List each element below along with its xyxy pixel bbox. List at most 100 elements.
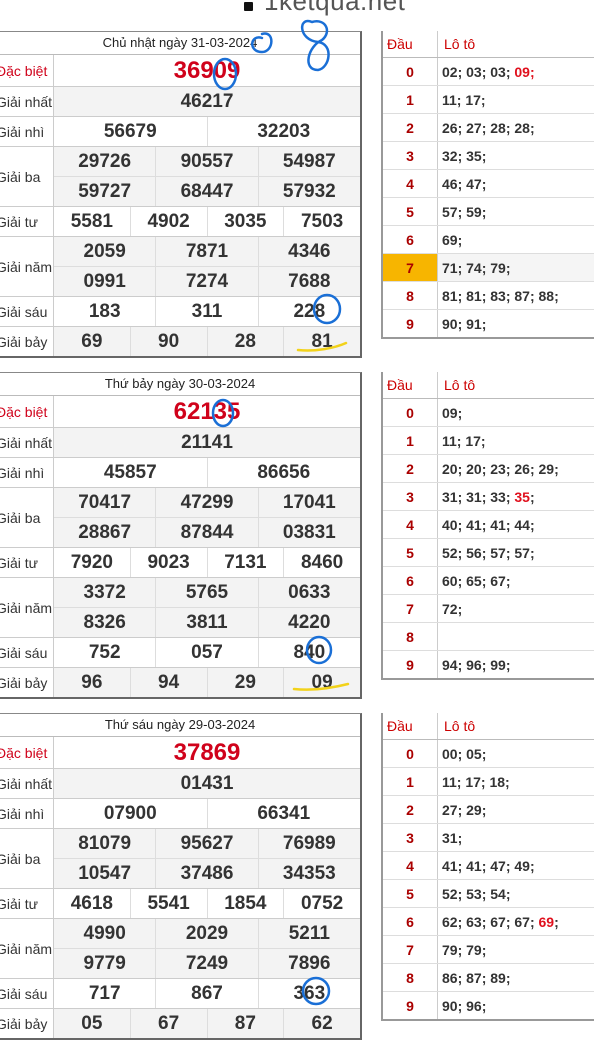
loto-number-text: 27; 29; (442, 801, 487, 818)
prize-name: Giải năm (0, 237, 54, 296)
prize-table: Thứ bảy ngày 30-03-2024 Đặc biệt 62135 Giải… (0, 372, 362, 699)
loto-numbers: 11; 17; 18; (438, 768, 594, 795)
prize-number: 90557 (155, 147, 257, 176)
loto-row: 3 31; 31; 33; 35; (383, 483, 594, 511)
prize-name: Giải bảy (0, 327, 54, 356)
loto-dau: 1 (383, 768, 438, 795)
prize-row: Giải năm 4990 2029 5211 9779 7249 7896 (0, 919, 360, 979)
prize-number: 5211 (257, 919, 360, 948)
prize-row: Giải ba 81079 95627 76989 10547 37486 34353 (0, 829, 360, 889)
prize-number: 4346 (257, 237, 360, 266)
special-prize-number: 62135 (173, 397, 241, 425)
prize-name: Giải tư (0, 207, 54, 236)
loto-row: 8 81; 81; 83; 87; 88; (383, 282, 594, 310)
loto-row: 1 11; 17; (383, 427, 594, 455)
prize-row: Giải năm 2059 7871 4346 0991 7274 7688 (0, 237, 360, 297)
loto-numbers: 71; 74; 79; (438, 254, 594, 281)
loto-dau: 2 (383, 796, 438, 823)
prize-number: 07900 (103, 802, 157, 824)
loto-row: 7 71; 74; 79; (383, 254, 594, 282)
prize-table: Thứ sáu ngày 29-03-2024 Đặc biệt 37869 Giải… (0, 713, 362, 1040)
loto-dau: 6 (383, 567, 438, 594)
loto-number-text: 20; 20; 23; 26; 29; (442, 460, 559, 477)
prize-name: Giải nhì (0, 458, 54, 487)
prize-name: Giải nhất (0, 87, 54, 116)
loto-table: Đầu Lô tô 0 09; 1 11; 17; 2 20; 20; 23; 26; 29;… (381, 372, 594, 680)
loto-number-text: 11; 17; (442, 432, 486, 449)
loto-row: 9 90; 96; (383, 992, 594, 1019)
prize-name: Giải bảy (0, 668, 54, 697)
loto-dau: 4 (383, 852, 438, 879)
prize-number: 717 (88, 982, 121, 1004)
prize-row: Giải ba 70417 47299 17041 28867 87844 03831 (0, 488, 360, 548)
prize-name: Giải nhất (0, 769, 54, 798)
loto-dau: 0 (383, 399, 438, 426)
loto-row: 4 46; 47; (383, 170, 594, 198)
prize-number: 28 (206, 327, 284, 356)
prize-number: 46217 (180, 90, 234, 112)
loto-numbers: 94; 96; 99; (438, 651, 594, 678)
prize-number: 21141 (181, 431, 233, 453)
prize-number: 29726 (78, 150, 132, 172)
loto-row: 0 09; (383, 399, 594, 427)
loto-row: 0 02; 03; 03; 09; (383, 58, 594, 86)
loto-numbers: 69; (438, 226, 594, 253)
loto-number-text: 31; (442, 829, 463, 846)
prize-number: 311 (155, 297, 257, 326)
prize-number: 54987 (257, 147, 360, 176)
loto-dau: 9 (383, 992, 438, 1019)
loto-row: 5 52; 56; 57; 57; (383, 539, 594, 567)
prize-name: Giải nhất (0, 428, 54, 457)
loto-number-text: 46; 47; (442, 175, 487, 192)
prize-number: 2029 (155, 919, 257, 948)
prize-number: 3035 (206, 207, 284, 236)
loto-numbers: 02; 03; 03; 09; (438, 58, 594, 85)
loto-numbers: 41; 41; 47; 49; (438, 852, 594, 879)
prize-number: 0633 (257, 578, 360, 607)
loto-dau: 9 (383, 651, 438, 678)
loto-head-dau: Đầu (383, 372, 438, 398)
loto-number-text: 32; 35; (442, 147, 487, 164)
prize-number: 29 (206, 668, 284, 697)
prize-row: Giải nhất 21141 (0, 428, 360, 458)
prize-name: Giải sáu (0, 979, 54, 1008)
loto-numbers: 79; 79; (438, 936, 594, 963)
loto-dau: 3 (383, 483, 438, 510)
prize-number: 228 (257, 297, 360, 326)
loto-numbers: 62; 63; 67; 67; 69; (438, 908, 594, 935)
prize-name: Giải tư (0, 889, 54, 918)
prize-number: 183 (88, 300, 121, 322)
prize-number: 57932 (257, 177, 360, 206)
loto-dau: 1 (383, 427, 438, 454)
loto-numbers: 60; 65; 67; (438, 567, 594, 594)
site-domain[interactable]: 1ketqua.net (264, 0, 405, 17)
prize-number: 81 (283, 327, 360, 356)
prize-number: 10547 (78, 862, 132, 884)
prize-name: Đặc biệt (0, 737, 54, 768)
prize-number: 90 (129, 327, 207, 356)
prize-row: Giải nhất 46217 (0, 87, 360, 117)
loto-row: 6 60; 65; 67; (383, 567, 594, 595)
prize-number: 69 (81, 330, 103, 352)
loto-number-text: 41; 41; 47; 49; (442, 857, 535, 874)
loto-numbers: 27; 29; (438, 796, 594, 823)
loto-number-text: 26; 27; 28; 28; (442, 119, 535, 136)
prize-name: Giải nhì (0, 799, 54, 828)
prize-row: Giải sáu 752 057 840 (0, 638, 360, 668)
loto-number-text: ; (554, 913, 559, 930)
prize-number: 9779 (83, 952, 126, 974)
draw-date: Chủ nhật ngày 31-03-2024 (0, 32, 360, 55)
loto-row: 9 90; 91; (383, 310, 594, 337)
loto-numbers: 52; 56; 57; 57; (438, 539, 594, 566)
draw-date: Thứ bảy ngày 30-03-2024 (0, 373, 360, 396)
loto-numbers: 57; 59; (438, 198, 594, 225)
prize-number: 34353 (257, 859, 360, 888)
prize-number: 68447 (155, 177, 257, 206)
loto-numbers: 32; 35; (438, 142, 594, 169)
prize-number: 32203 (206, 117, 361, 146)
prize-number: 0752 (283, 889, 360, 918)
prize-row: Đặc biệt 36909 (0, 55, 360, 87)
prize-number: 03831 (257, 518, 360, 547)
loto-number-text: 52; 56; 57; 57; (442, 544, 535, 561)
prize-number: 87844 (155, 518, 257, 547)
